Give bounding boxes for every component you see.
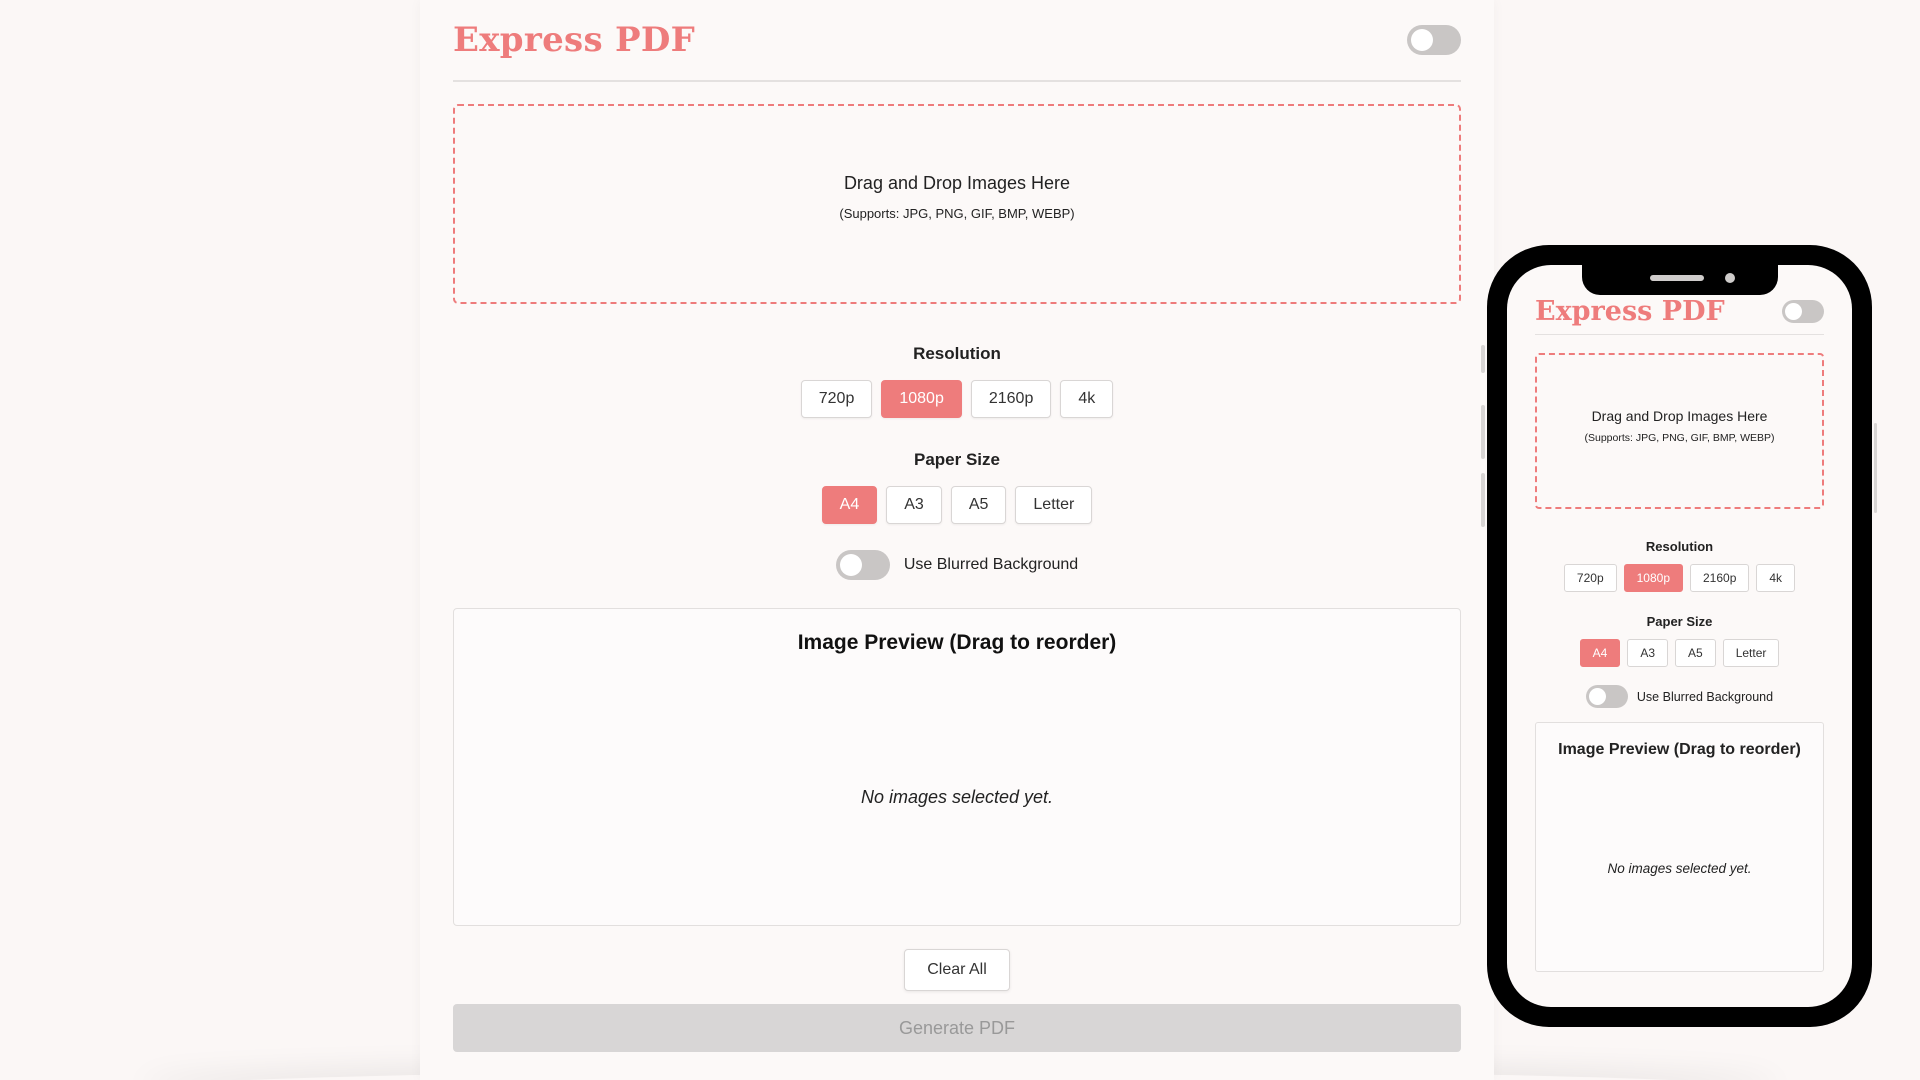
phone-volume-up (1481, 405, 1485, 459)
paper-option-a3[interactable]: A3 (886, 486, 942, 524)
preview-title: Image Preview (Drag to reorder) (797, 631, 1117, 654)
dropzone-subtitle: (Supports: JPG, PNG, GIF, BMP, WEBP) (839, 206, 1075, 221)
phone-screen: Express PDF Drag and Drop Images Here (S… (1507, 265, 1852, 1007)
mobile-image-dropzone[interactable]: Drag and Drop Images Here (Supports: JPG… (1535, 353, 1824, 509)
camera-dot (1724, 273, 1735, 283)
phone-power-button (1874, 423, 1877, 513)
resolution-label: Resolution (913, 344, 1001, 363)
phone-mockup: Express PDF Drag and Drop Images Here (S… (1481, 245, 1877, 1027)
clear-all-button[interactable]: Clear All (904, 949, 1010, 991)
phone-notch (1581, 265, 1778, 295)
mobile-resolution-option-2160p[interactable]: 2160p (1690, 564, 1750, 592)
main-panel: Express PDF Drag and Drop Images Here (S… (420, 0, 1494, 1080)
speaker-grille (1649, 275, 1704, 281)
mobile-resolution-option-720p[interactable]: 720p (1563, 564, 1617, 592)
resolution-option-1080p[interactable]: 1080p (881, 380, 962, 418)
image-dropzone[interactable]: Drag and Drop Images Here (Supports: JPG… (453, 104, 1461, 304)
mobile-blur-background-label: Use Blurred Background (1636, 689, 1774, 704)
mobile-blur-background-row: Use Blurred Background (1535, 685, 1824, 708)
header: Express PDF (453, 0, 1461, 82)
toggle-knob (1785, 303, 1802, 320)
mobile-resolution-option-4k[interactable]: 4k (1756, 564, 1796, 592)
paper-option-letter[interactable]: Letter (1015, 486, 1093, 524)
mobile-paper-option-a5[interactable]: A5 (1675, 639, 1716, 667)
paper-size-options: A4 A3 A5 Letter (453, 486, 1461, 524)
paper-size-label: Paper Size (914, 450, 1000, 469)
phone-side-button (1481, 345, 1485, 373)
blur-background-row: Use Blurred Background (453, 550, 1461, 580)
mobile-resolution-label: Resolution (1645, 539, 1714, 554)
resolution-option-4k[interactable]: 4k (1060, 380, 1114, 418)
blur-background-label: Use Blurred Background (903, 556, 1079, 573)
mobile-theme-toggle[interactable] (1782, 300, 1824, 323)
resolution-options: 720p 1080p 2160p 4k (453, 380, 1461, 418)
mobile-image-preview-panel: Image Preview (Drag to reorder) No image… (1535, 722, 1824, 972)
phone-volume-down (1481, 473, 1485, 527)
mobile-paper-option-a4[interactable]: A4 (1579, 639, 1621, 667)
mobile-paper-option-a3[interactable]: A3 (1627, 639, 1668, 667)
paper-option-a5[interactable]: A5 (950, 486, 1007, 524)
mobile-dropzone-subtitle: (Supports: JPG, PNG, GIF, BMP, WEBP) (1584, 432, 1775, 444)
toggle-knob (1411, 29, 1433, 51)
preview-empty-message: No images selected yet. (860, 787, 1054, 807)
dropzone-title: Drag and Drop Images Here (843, 173, 1071, 193)
toggle-knob (839, 554, 862, 576)
mobile-blur-background-toggle[interactable] (1585, 685, 1628, 708)
mobile-header: Express PDF (1535, 289, 1824, 335)
brand-title: Express PDF (453, 20, 696, 60)
resolution-option-2160p[interactable]: 2160p (970, 380, 1052, 418)
mobile-dropzone-title: Drag and Drop Images Here (1591, 408, 1768, 424)
mobile-brand-title: Express PDF (1535, 296, 1725, 327)
theme-toggle[interactable] (1407, 25, 1461, 55)
resolution-option-720p[interactable]: 720p (800, 380, 873, 418)
image-preview-panel: Image Preview (Drag to reorder) No image… (453, 608, 1461, 926)
mobile-resolution-options: 720p 1080p 2160p 4k (1535, 564, 1824, 592)
mobile-paper-size-label: Paper Size (1646, 614, 1713, 629)
mobile-resolution-option-1080p[interactable]: 1080p (1623, 564, 1683, 592)
toggle-knob (1588, 688, 1606, 705)
blur-background-toggle[interactable] (835, 550, 890, 580)
mobile-paper-option-letter[interactable]: Letter (1722, 639, 1780, 667)
generate-pdf-button[interactable]: Generate PDF (453, 1004, 1461, 1052)
paper-option-a4[interactable]: A4 (821, 486, 878, 524)
mobile-preview-title: Image Preview (Drag to reorder) (1558, 741, 1801, 758)
mobile-paper-size-options: A4 A3 A5 Letter (1535, 639, 1824, 667)
mobile-preview-empty-message: No images selected yet. (1607, 861, 1752, 876)
